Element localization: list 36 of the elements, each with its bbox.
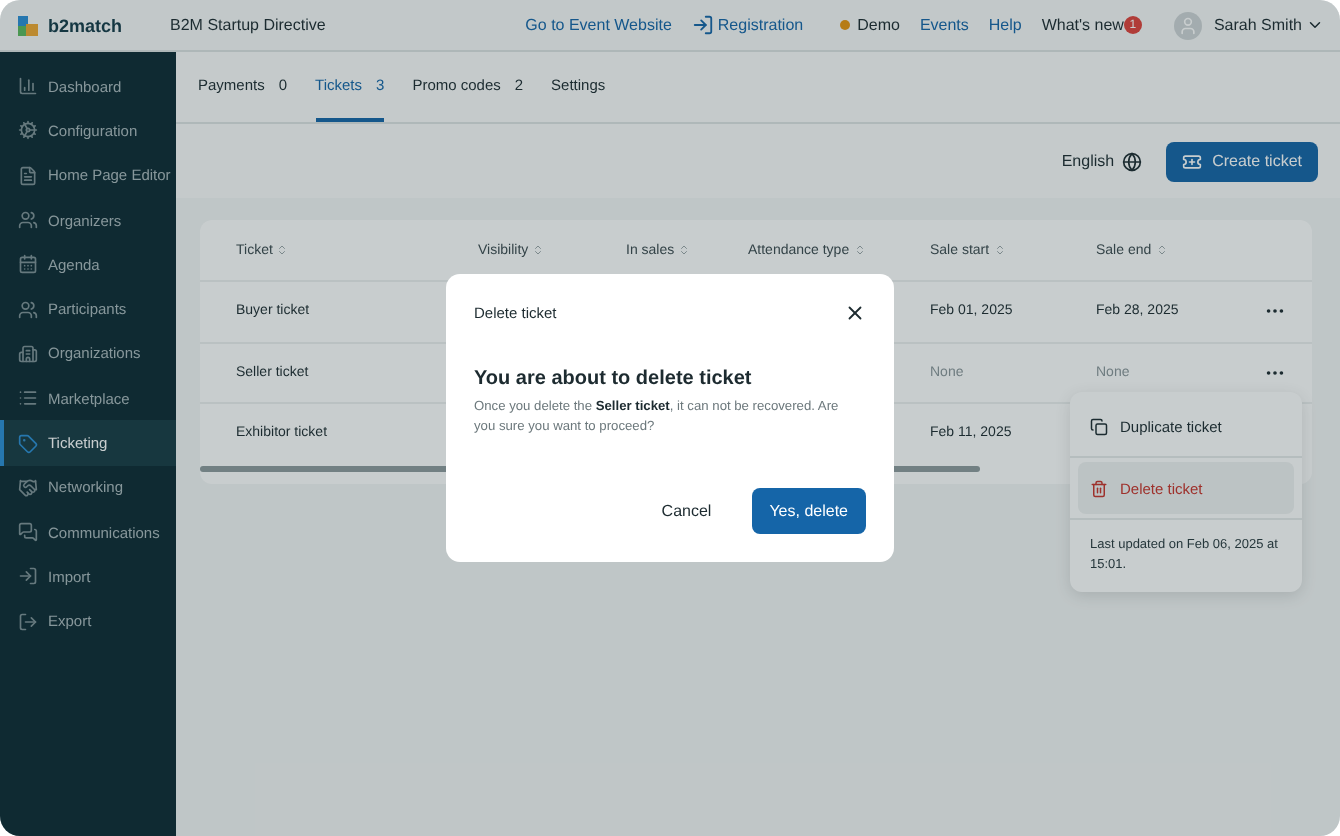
building-icon <box>18 343 38 364</box>
registration-link[interactable]: Registration <box>691 14 804 36</box>
copy-icon <box>1090 417 1108 435</box>
logo-icon <box>16 13 40 37</box>
create-ticket-button[interactable]: Create ticket <box>1166 141 1318 181</box>
export-icon <box>18 611 38 632</box>
users-icon <box>18 210 38 231</box>
nav-link[interactable]: Help <box>988 16 1022 34</box>
ticket-icon <box>1182 151 1203 171</box>
demo-label: Demo <box>857 16 900 34</box>
whats-new-link[interactable]: What's new <box>1041 16 1124 34</box>
login-icon <box>691 14 714 36</box>
caret-icon[interactable] <box>1306 16 1324 34</box>
nav-link[interactable]: Events <box>919 16 969 34</box>
chat-icon <box>18 522 38 543</box>
confirm-button[interactable]: Yes, delete <box>751 488 866 534</box>
users-icon <box>18 299 38 320</box>
trash-icon <box>1090 479 1108 497</box>
calendar-icon <box>18 254 38 275</box>
cancel-button[interactable]: Cancel <box>649 490 724 532</box>
document-icon <box>18 165 38 186</box>
close-icon[interactable] <box>844 302 866 324</box>
globe-icon <box>1122 151 1143 171</box>
brand-name: b2match <box>48 15 123 35</box>
dialog-heading: You are about to delete ticket <box>474 368 754 390</box>
language-selector[interactable]: English <box>1061 151 1143 171</box>
event-name: B2M Startup Directive <box>170 16 326 34</box>
handshake-icon <box>18 477 38 498</box>
import-icon <box>18 566 38 587</box>
event-website-link[interactable]: Go to Event Website <box>525 16 672 34</box>
list-icon <box>18 388 38 409</box>
user-name[interactable]: Sarah Smith <box>1213 16 1302 34</box>
status-dot <box>839 20 850 30</box>
tag-icon <box>18 433 38 454</box>
gear-icon <box>18 120 38 141</box>
chart-icon <box>18 76 38 97</box>
